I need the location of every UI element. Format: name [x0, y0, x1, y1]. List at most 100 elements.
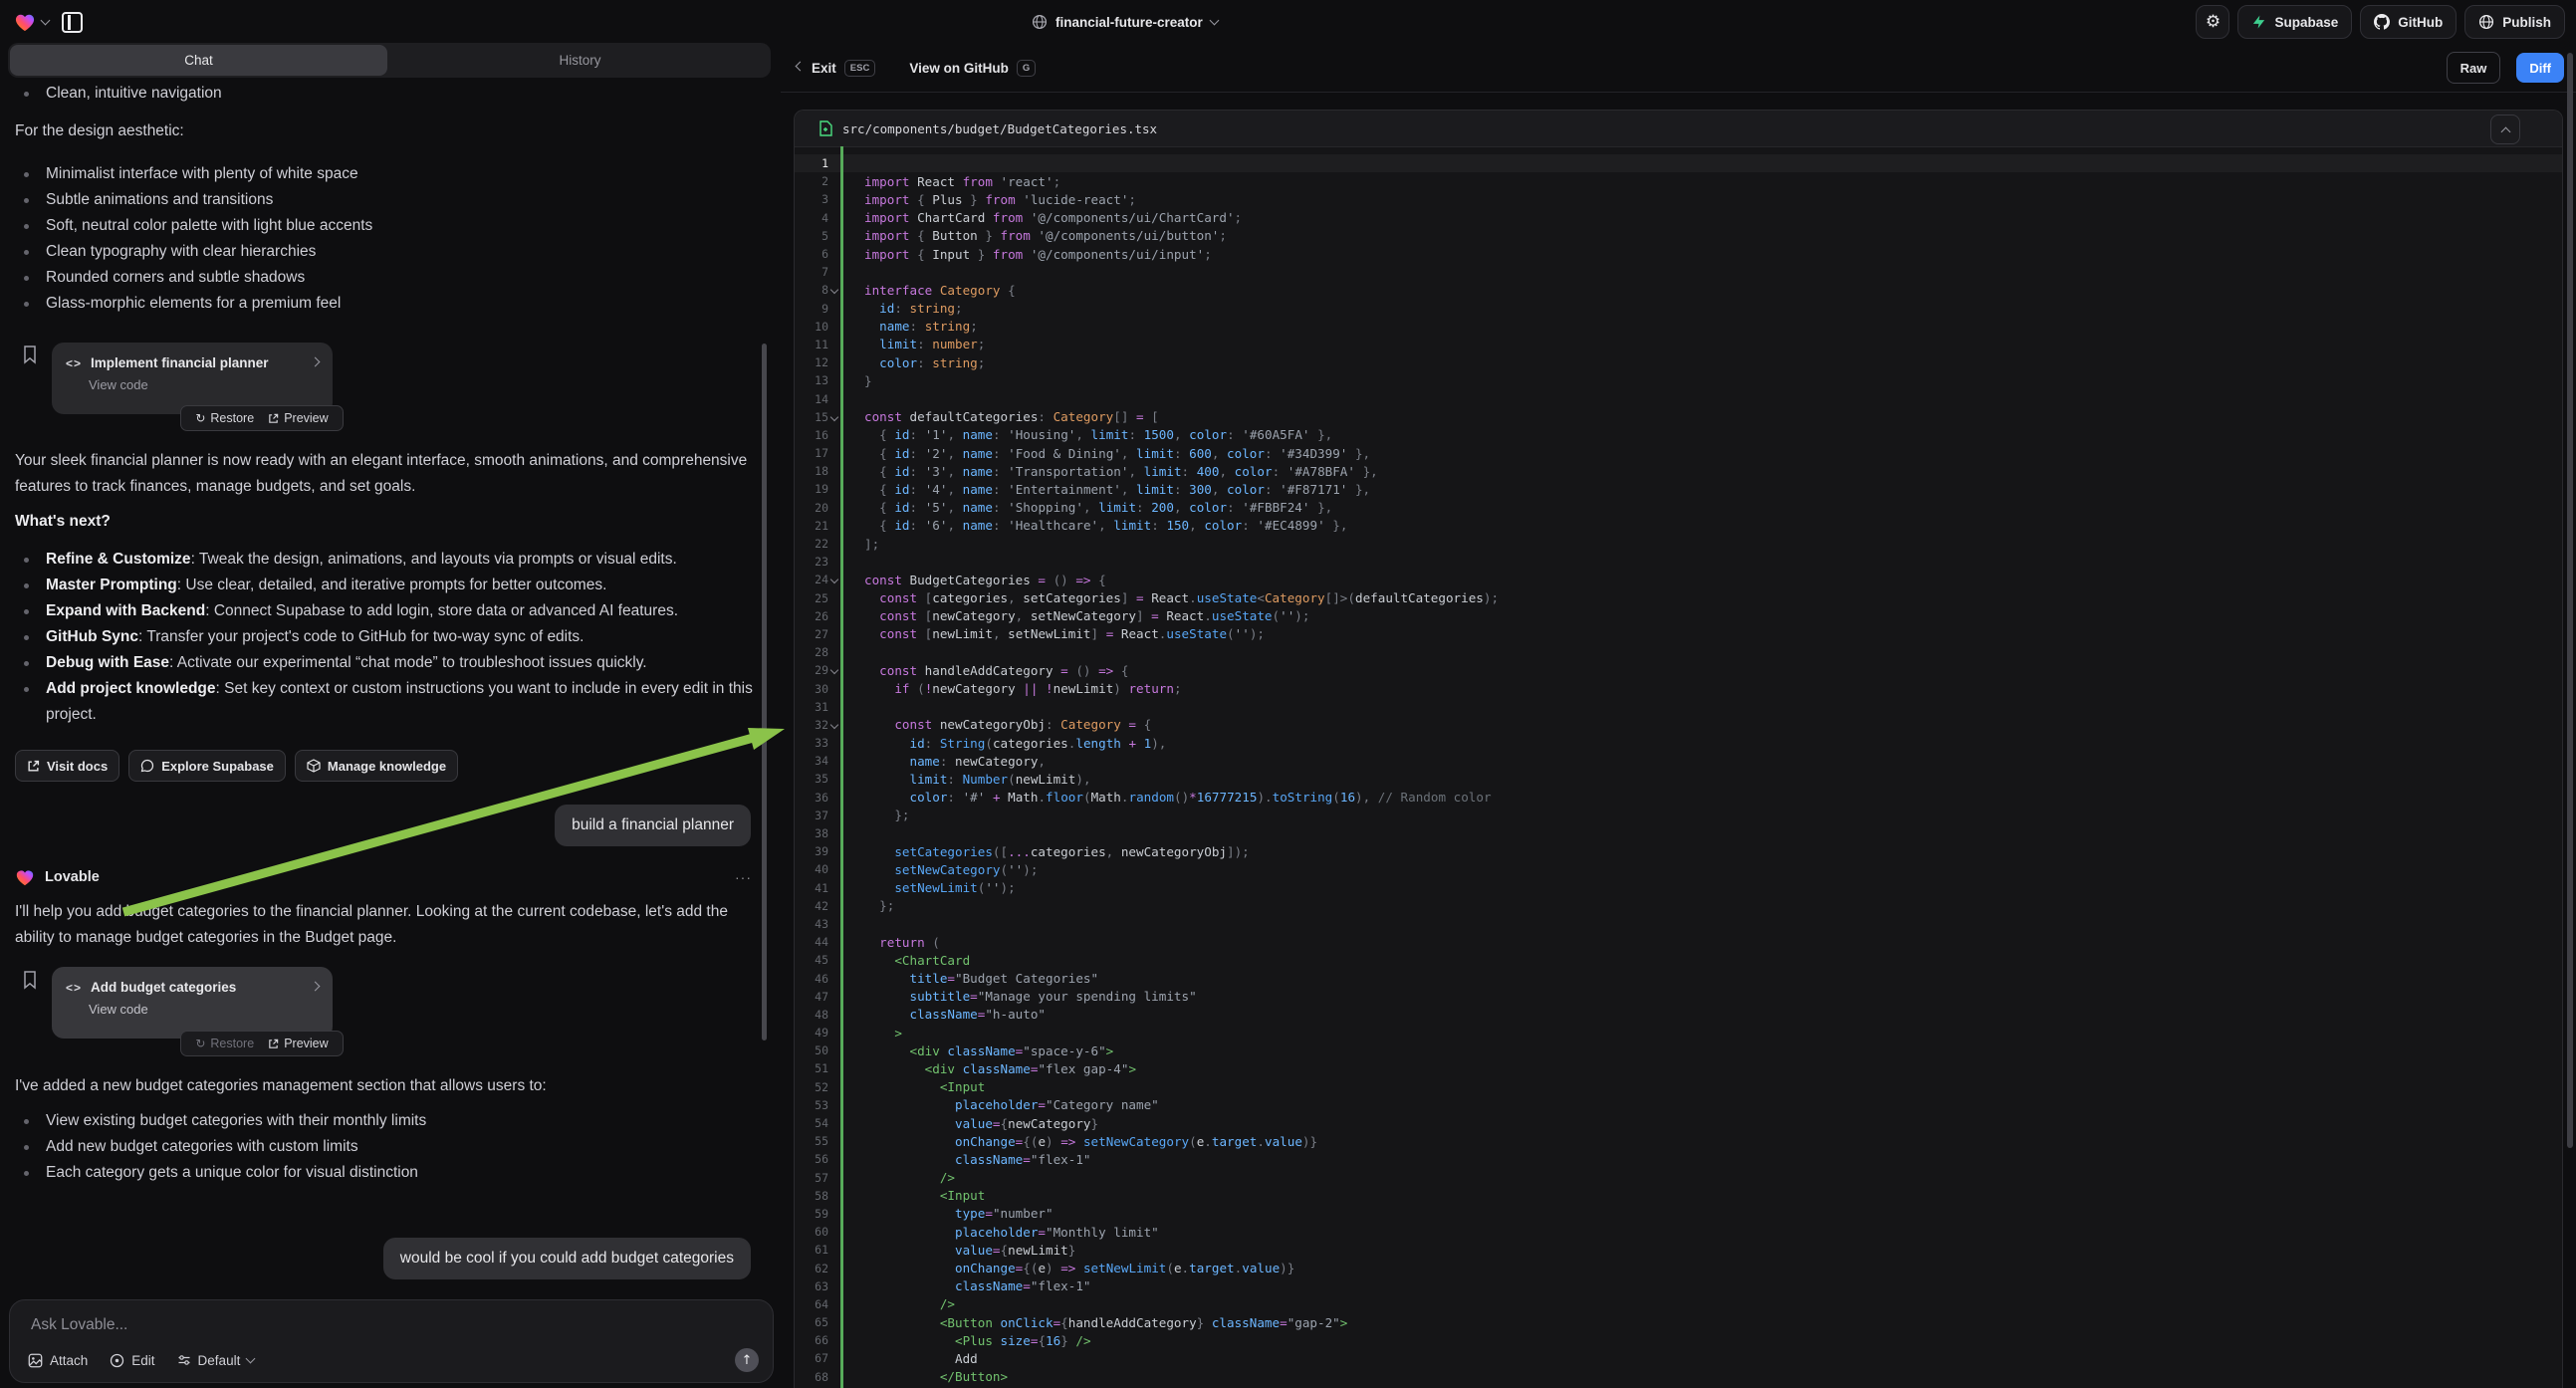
line-number: 49	[795, 1026, 828, 1040]
bullet-text: Each category gets a unique color for vi…	[46, 1160, 418, 1186]
diff-button[interactable]: Diff	[2516, 53, 2564, 83]
code-line: 17 { id: '2', name: 'Food & Dining', lim…	[795, 444, 2562, 462]
code-line: 18 { id: '3', name: 'Transportation', li…	[795, 462, 2562, 480]
visit-docs-button[interactable]: Visit docs	[15, 750, 119, 782]
chip-label: Explore Supabase	[161, 759, 274, 774]
line-number: 46	[795, 972, 828, 986]
chat-input-card: Ask Lovable... Attach Edit	[9, 1299, 774, 1383]
exit-button[interactable]: Exit ESC	[797, 60, 875, 77]
bookmark-icon[interactable]	[22, 345, 38, 364]
manage-knowledge-button[interactable]: Manage knowledge	[295, 750, 458, 782]
edit-button[interactable]: Edit	[110, 1353, 154, 1368]
list-item: Add new budget categories with custom li…	[15, 1134, 757, 1160]
workspace-chevron-icon[interactable]	[41, 16, 51, 26]
github-button[interactable]: GitHub	[2360, 5, 2457, 39]
code-text: className="h-auto"	[855, 1007, 1046, 1022]
view-on-github-button[interactable]: View on GitHub G	[909, 60, 1036, 77]
settings-button[interactable]: ⚙	[2196, 5, 2229, 39]
bookmark-icon[interactable]	[22, 970, 38, 990]
code-text: </Button>	[855, 1369, 1008, 1384]
raw-button[interactable]: Raw	[2447, 52, 2501, 84]
model-selector[interactable]: Default	[177, 1353, 255, 1368]
code-scrollbar[interactable]	[2567, 53, 2573, 1148]
code-text: value={newCategory}	[855, 1116, 1098, 1131]
chat-bubble-icon	[140, 759, 154, 773]
preview-button[interactable]: Preview	[268, 411, 328, 425]
line-number: 8	[795, 283, 828, 297]
code-text: const [newLimit, setNewLimit] = React.us…	[855, 626, 1265, 641]
line-number: 4	[795, 211, 828, 225]
code-line: 10 name: string;	[795, 318, 2562, 336]
version-card-implement-financial-planner[interactable]: <> Implement financial planner View code	[52, 343, 333, 414]
attach-button[interactable]: Attach	[28, 1353, 88, 1368]
bullet-dot	[24, 1145, 29, 1150]
code-line: 2import React from 'react';	[795, 172, 2562, 190]
line-number: 27	[795, 627, 828, 641]
view-code-link[interactable]: View code	[52, 370, 333, 392]
chat-input[interactable]: Ask Lovable...	[31, 1316, 127, 1334]
line-number: 9	[795, 302, 828, 316]
code-line: 21 { id: '6', name: 'Healthcare', limit:…	[795, 517, 2562, 535]
supabase-button[interactable]: Supabase	[2237, 5, 2352, 39]
external-link-icon	[27, 760, 40, 773]
send-button[interactable]: ↑	[735, 1348, 759, 1372]
code-text: setNewLimit('');	[855, 880, 1016, 895]
line-number: 34	[795, 754, 828, 768]
restore-label: Restore	[210, 411, 254, 425]
tab-history[interactable]: History	[391, 45, 769, 76]
supabase-icon	[2251, 14, 2266, 30]
list-item: Expand with Backend: Connect Supabase to…	[15, 598, 760, 624]
message-menu-button[interactable]: ···	[735, 869, 752, 885]
line-number: 58	[795, 1189, 828, 1203]
list-item: Master Prompting: Use clear, detailed, a…	[15, 573, 760, 598]
toggle-sidebar-button[interactable]	[55, 5, 89, 39]
code-text: placeholder="Category name"	[855, 1097, 1159, 1112]
chat-scrollbar[interactable]	[762, 344, 767, 1041]
code-text: />	[855, 1170, 955, 1185]
view-code-link[interactable]: View code	[52, 995, 333, 1017]
code-brackets-icon: <>	[66, 356, 82, 370]
lovable-logo-icon[interactable]	[14, 12, 36, 32]
code-text: { id: '3', name: 'Transportation', limit…	[855, 464, 1378, 479]
tab-chat[interactable]: Chat	[10, 45, 387, 76]
knowledge-box-icon	[307, 759, 321, 773]
restore-button-disabled[interactable]: ↻ Restore	[195, 1037, 254, 1050]
code-line: 37 };	[795, 807, 2562, 824]
collapse-file-button[interactable]	[2490, 115, 2520, 144]
code-line: 5import { Button } from '@/components/ui…	[795, 227, 2562, 245]
code-brackets-icon: <>	[66, 981, 82, 995]
chevron-right-icon	[311, 356, 321, 366]
line-number: 6	[795, 247, 828, 261]
line-number: 19	[795, 482, 828, 496]
code-line: 62 onChange={(e) => setNewLimit(e.target…	[795, 1259, 2562, 1276]
code-line: 46 title="Budget Categories"	[795, 969, 2562, 987]
code-text: const newCategoryObj: Category = {	[855, 717, 1151, 732]
chip-label: Manage knowledge	[328, 759, 446, 774]
design-intro-text: For the design aesthetic:	[15, 118, 757, 144]
explore-supabase-button[interactable]: Explore Supabase	[128, 750, 286, 782]
line-number: 10	[795, 320, 828, 334]
restore-button[interactable]: ↻ Restore	[195, 411, 254, 425]
bullet-dot	[24, 302, 29, 307]
line-number: 15	[795, 410, 828, 424]
code-editor[interactable]: 12import React from 'react';3import { Pl…	[795, 146, 2562, 1388]
list-item: Clean, intuitive navigation	[15, 81, 757, 107]
code-line: 7	[795, 263, 2562, 281]
code-line: 64 />	[795, 1295, 2562, 1313]
bullet-dot	[24, 250, 29, 255]
code-line: 67 Add	[795, 1349, 2562, 1367]
code-text: limit: Number(newLimit),	[855, 772, 1091, 787]
version-card-add-budget-categories[interactable]: <> Add budget categories View code	[52, 967, 333, 1039]
code-text: onChange={(e) => setNewLimit(e.target.va…	[855, 1261, 1294, 1275]
line-number: 44	[795, 935, 828, 949]
project-switcher[interactable]: financial-future-creator	[1032, 0, 1218, 44]
publish-button[interactable]: Publish	[2464, 5, 2565, 39]
preview-button[interactable]: Preview	[268, 1037, 328, 1050]
bullet-dot	[24, 198, 29, 203]
code-file-card: src/components/budget/BudgetCategories.t…	[794, 110, 2563, 1388]
line-number: 20	[795, 501, 828, 515]
project-name: financial-future-creator	[1055, 15, 1203, 30]
file-header-bar[interactable]: src/components/budget/BudgetCategories.t…	[795, 111, 2562, 147]
assistant-paragraph: Your sleek financial planner is now read…	[15, 448, 757, 500]
line-number: 65	[795, 1315, 828, 1329]
